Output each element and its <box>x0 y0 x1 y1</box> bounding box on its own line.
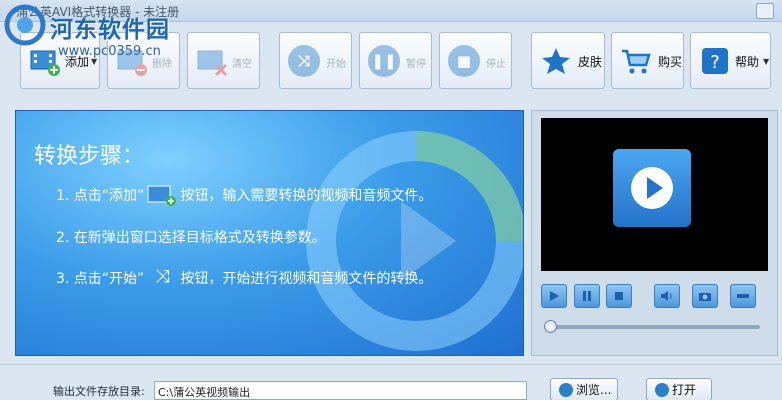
stop-icon <box>615 292 623 300</box>
play-icon <box>550 291 559 301</box>
help-button-label: 帮助 <box>735 55 760 69</box>
video-screen <box>541 118 768 271</box>
film-clear-icon <box>197 50 228 77</box>
chevron-down-icon: ▼ <box>763 57 770 66</box>
preview-player <box>531 110 778 356</box>
play-icon[interactable] <box>613 149 691 227</box>
step-1-text-b: 按钮，输入需要转换的视频和音频文件。 <box>180 188 433 204</box>
progress-track[interactable] <box>548 325 760 329</box>
output-dir-field[interactable]: C:\蒲公英视频输出 <box>154 381 527 400</box>
clear-button[interactable]: 清空 <box>187 32 260 89</box>
film-add-icon <box>30 50 60 76</box>
browse-button-label: 浏览... <box>576 383 612 397</box>
shuffle-icon: ⤨ <box>288 45 320 77</box>
fullscreen-icon <box>737 294 749 298</box>
pause-icon <box>583 291 591 301</box>
stop-icon: ■ <box>448 45 480 77</box>
decorative-ring-icon <box>306 131 523 351</box>
skin-button[interactable]: 皮肤 <box>531 32 605 89</box>
help-button[interactable]: ? 帮助 ▼ <box>690 32 771 89</box>
fullscreen-button[interactable] <box>730 284 756 308</box>
star-icon <box>542 48 570 74</box>
open-button-label: 打开 <box>672 383 697 397</box>
film-add-icon <box>147 185 177 206</box>
stop-button[interactable]: ■ 停止 <box>439 32 512 89</box>
output-bar: 输出文件存放目录: C:\蒲公英视频输出 浏览... 打开 <box>0 364 782 400</box>
watermark-logo-icon <box>4 4 46 46</box>
start-button-label: 开始 <box>326 59 346 70</box>
skin-button-label: 皮肤 <box>578 55 603 69</box>
browse-icon <box>559 382 573 397</box>
player-stop-button[interactable] <box>606 284 632 308</box>
start-button[interactable]: ⤨ 开始 <box>279 32 352 89</box>
open-icon <box>655 382 669 397</box>
pause-button-label: 暂停 <box>406 59 426 70</box>
stop-button-label: 停止 <box>486 59 506 70</box>
cart-icon <box>622 49 651 74</box>
steps-title: 转换步骤： <box>34 144 145 169</box>
shuffle-icon: ⤨ <box>155 266 170 287</box>
svg-text:?: ? <box>710 52 720 73</box>
watermark-url: www.pc0359.cn <box>58 44 161 59</box>
clear-button-label: 清空 <box>232 59 252 70</box>
output-dir-label: 输出文件存放目录: <box>53 385 145 398</box>
pause-button[interactable]: ❚❚ 暂停 <box>359 32 432 89</box>
step-3-text-a: 3. 点击“开始” <box>56 271 145 287</box>
player-play-button[interactable] <box>541 284 567 308</box>
progress-slider-handle[interactable] <box>544 320 557 333</box>
pause-icon: ❚❚ <box>368 45 400 77</box>
step-3: 3. 点击“开始” ⤨ 按钮，开始进行视频和音频文件的转换。 <box>56 266 432 290</box>
open-button[interactable]: 打开 <box>646 378 712 400</box>
step-1-text-a: 1. 点击“添加” <box>56 188 145 204</box>
buy-button[interactable]: 购买 <box>611 32 684 89</box>
buy-button-label: 购买 <box>658 55 683 69</box>
window-control-button[interactable] <box>756 3 774 19</box>
watermark-text: 河东软件园 <box>50 16 170 43</box>
instruction-panel: 转换步骤： 1. 点击“添加” 按钮，输入需要转换的视频和音频文件。 2. 在新… <box>15 110 524 356</box>
volume-icon <box>661 291 672 301</box>
help-icon: ? <box>702 48 728 74</box>
step-2: 2. 在新弹出窗口选择目标格式及转换参数。 <box>56 230 326 246</box>
camera-icon <box>699 293 711 301</box>
volume-button[interactable] <box>654 284 680 308</box>
snapshot-button[interactable] <box>692 284 718 308</box>
player-pause-button[interactable] <box>574 284 600 308</box>
browse-button[interactable]: 浏览... <box>550 378 618 400</box>
step-3-text-b: 按钮，开始进行视频和音频文件的转换。 <box>180 271 433 287</box>
step-1: 1. 点击“添加” 按钮，输入需要转换的视频和音频文件。 <box>56 183 432 207</box>
